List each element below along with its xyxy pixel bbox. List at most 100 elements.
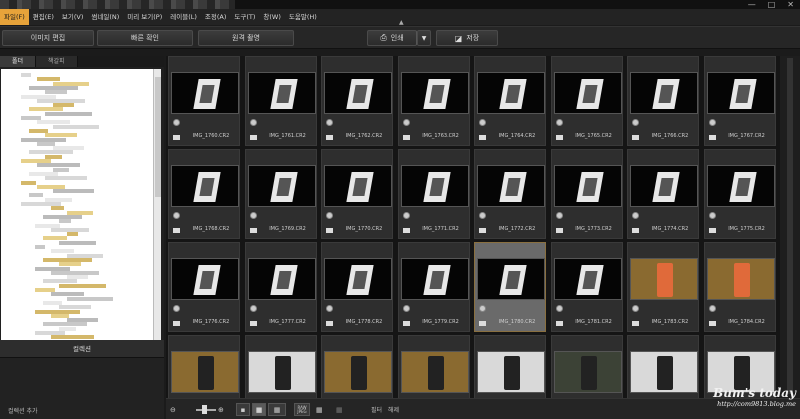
thumbnail-image[interactable] (630, 351, 698, 393)
clear-filter-label[interactable]: 해제 (388, 405, 399, 414)
tree-row[interactable] (53, 124, 99, 129)
thumbnail-cell[interactable]: IMG_1761.CR2 (244, 56, 317, 146)
view-list-icon[interactable]: ▦ (268, 403, 286, 416)
thumbnail-image[interactable] (630, 72, 698, 114)
menu-view[interactable]: 보기(V) (58, 9, 87, 25)
check-mark-icon[interactable] (249, 212, 257, 219)
thumbnail-image[interactable] (324, 165, 392, 207)
thumbnail-image[interactable] (553, 351, 622, 393)
thumbnail-image[interactable] (171, 72, 239, 114)
print-dropdown-button[interactable]: ▼ (417, 30, 431, 46)
maximize-button[interactable]: □ (768, 0, 776, 9)
thumbnail-cell[interactable] (550, 335, 623, 398)
thumbnail-image[interactable] (247, 72, 316, 114)
tree-row[interactable] (45, 176, 87, 181)
thumbnail-image[interactable] (171, 351, 239, 393)
thumbnail-image[interactable] (247, 351, 316, 393)
zoom-out-icon[interactable]: ⊖ (170, 403, 176, 416)
thumbnail-cell[interactable]: IMG_1760.CR2 (168, 56, 240, 146)
menu-help[interactable]: 도움말(H) (285, 9, 321, 25)
tab-bookmark[interactable]: 책갈피 (36, 56, 78, 67)
thumbnail-image[interactable] (400, 72, 469, 114)
thumbnail-cell[interactable]: IMG_1777.CR2 (244, 242, 317, 332)
view-large-icon[interactable]: ■ (252, 403, 266, 416)
thumbnail-image[interactable] (324, 72, 392, 114)
filter-label[interactable]: 필터 (371, 405, 382, 414)
minimize-button[interactable]: — (748, 0, 756, 9)
menu-adjust[interactable]: 조정(A) (201, 9, 230, 25)
thumbnail-cell[interactable] (474, 335, 546, 398)
tree-row[interactable] (29, 193, 43, 198)
thumbnail-cell[interactable] (244, 335, 317, 398)
thumbnail-cell[interactable]: IMG_1774.CR2 (627, 149, 699, 239)
tree-row[interactable] (45, 111, 92, 116)
check-mark-icon[interactable] (326, 305, 333, 312)
thumbnail-cell[interactable]: IMG_1762.CR2 (321, 56, 393, 146)
thumbnail-cell[interactable] (627, 335, 699, 398)
check-mark-icon[interactable] (479, 119, 486, 126)
zoom-in-icon[interactable]: ⊕ (218, 403, 224, 416)
thumbnail-cell[interactable]: IMG_1764.CR2 (474, 56, 546, 146)
thumbnail-cell[interactable] (321, 335, 393, 398)
thumbnail-image[interactable] (630, 165, 698, 207)
thumbnail-cell[interactable]: IMG_1771.CR2 (397, 149, 470, 239)
grid-scroll-track[interactable] (787, 58, 793, 394)
quick-check-button[interactable]: 빠른 확인 (97, 30, 193, 46)
edit-image-button[interactable]: 이미지 편집 (2, 30, 94, 46)
check-mark-icon[interactable] (708, 212, 716, 219)
scroll-thumb[interactable] (155, 77, 161, 197)
thumbnail-cell[interactable]: IMG_1763.CR2 (397, 56, 470, 146)
thumbnail-cell[interactable]: IMG_1776.CR2 (168, 242, 240, 332)
thumbnail-cell[interactable]: IMG_1769.CR2 (244, 149, 317, 239)
collection-add-link[interactable]: 컬렉션 추가 (8, 406, 38, 415)
thumbnail-cell[interactable]: IMG_1780.CR2 (474, 242, 546, 332)
tree-row[interactable] (21, 73, 31, 77)
check-mark-icon[interactable] (632, 212, 639, 219)
thumbnail-image[interactable] (553, 165, 622, 207)
thumbnail-cell[interactable]: IMG_1765.CR2 (550, 56, 623, 146)
print-button[interactable]: ⎙ 인쇄 (367, 30, 417, 46)
menu-thumbnail[interactable]: 썸네일(N) (87, 9, 123, 25)
menu-window[interactable]: 창(W) (259, 9, 284, 25)
thumbnail-cell[interactable]: IMG_1779.CR2 (397, 242, 470, 332)
close-button[interactable]: ✕ (787, 0, 794, 9)
menu-preview[interactable]: 미리 보기(P) (123, 9, 166, 25)
check-mark-icon[interactable] (479, 305, 486, 312)
grid-view-icon[interactable]: ▦ (316, 403, 323, 416)
check-mark-icon[interactable] (173, 119, 180, 126)
raw-jpeg-toggle[interactable]: RAW JPEG (294, 403, 310, 416)
thumbnail-image[interactable] (324, 351, 392, 393)
thumbnail-image[interactable] (553, 258, 622, 300)
thumbnail-image[interactable] (400, 351, 469, 393)
check-mark-icon[interactable] (632, 119, 639, 126)
thumbnail-image[interactable] (706, 72, 775, 114)
check-mark-icon[interactable] (402, 119, 410, 126)
grid-scrollbar[interactable] (780, 56, 800, 398)
tree-row[interactable] (67, 296, 113, 301)
tree-row[interactable] (21, 180, 36, 185)
tree-row[interactable] (51, 206, 64, 211)
check-mark-icon[interactable] (249, 305, 257, 312)
thumbnail-cell[interactable]: IMG_1775.CR2 (703, 149, 776, 239)
menu-tools[interactable]: 도구(T) (230, 9, 259, 25)
tree-row[interactable] (35, 245, 45, 249)
zoom-slider-knob[interactable] (202, 405, 207, 414)
check-mark-icon[interactable] (479, 212, 486, 219)
tree-row[interactable] (59, 219, 71, 224)
check-mark-icon[interactable] (708, 305, 716, 312)
thumbnail-cell[interactable]: IMG_1766.CR2 (627, 56, 699, 146)
thumbnail-image[interactable] (553, 72, 622, 114)
remote-shoot-button[interactable]: 원격 촬영 (198, 30, 294, 46)
menu-file[interactable]: 파일(F) (0, 9, 29, 25)
check-mark-icon[interactable] (173, 305, 180, 312)
thumbnail-image[interactable] (706, 165, 775, 207)
check-mark-icon[interactable] (173, 212, 180, 219)
thumbnail-cell[interactable]: IMG_1767.CR2 (703, 56, 776, 146)
thumbnail-image[interactable] (706, 258, 775, 300)
tree-row[interactable] (53, 189, 94, 194)
tab-folder[interactable]: 폴더 (0, 56, 37, 67)
check-mark-icon[interactable] (632, 305, 639, 312)
thumbnail-cell[interactable]: IMG_1773.CR2 (550, 149, 623, 239)
thumbnail-image[interactable] (400, 258, 469, 300)
view-single-icon[interactable]: ▪ (236, 403, 250, 416)
